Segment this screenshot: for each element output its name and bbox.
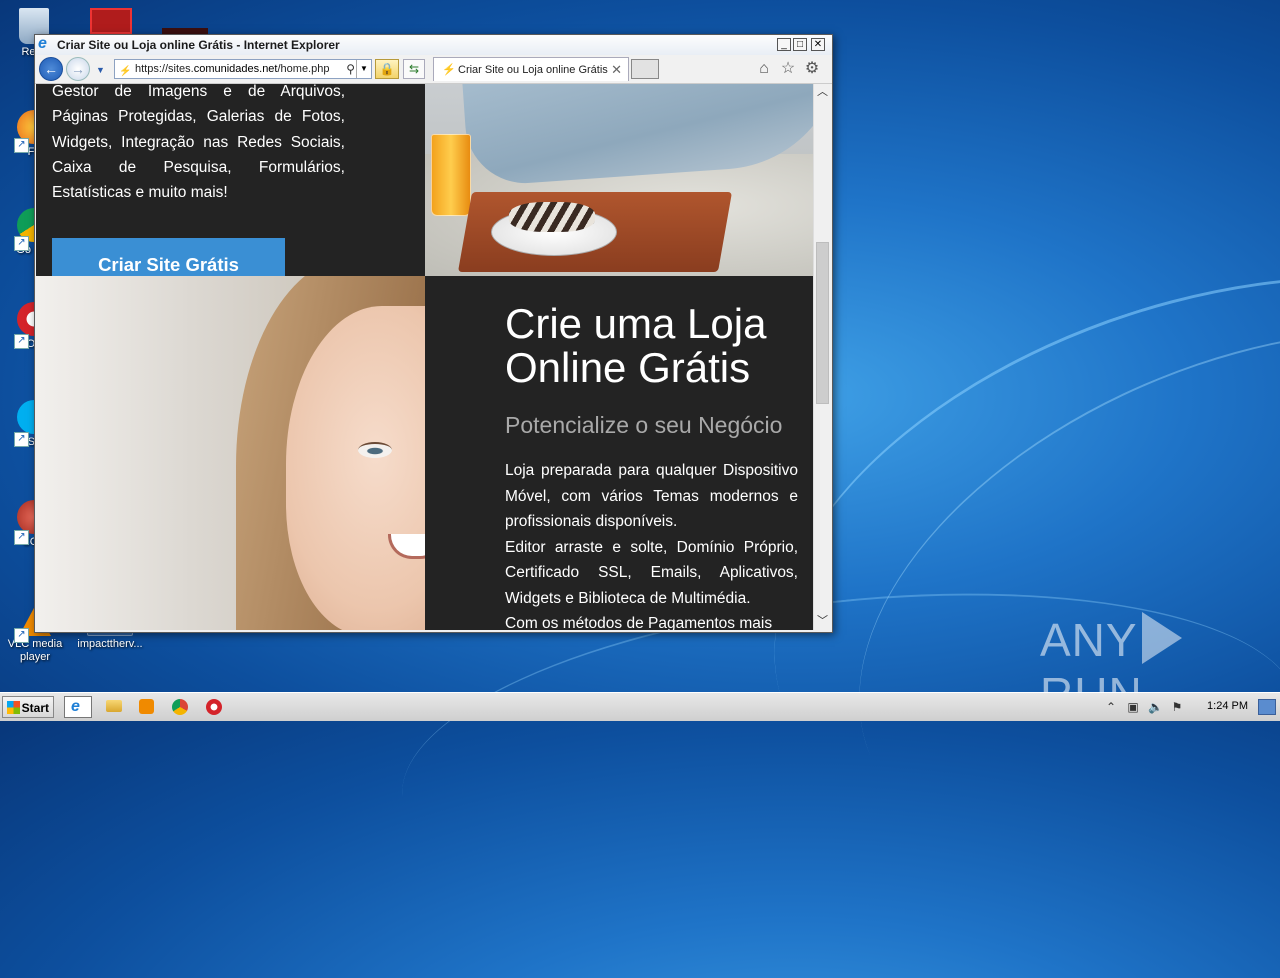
chrome-icon [172, 699, 188, 715]
gear-icon[interactable]: ⚙ [803, 61, 821, 77]
shortcut-arrow-icon: ↗ [14, 530, 29, 545]
shop-paragraph: Com os métodos de Pagamentos mais [505, 615, 773, 630]
favorites-star-icon[interactable]: ☆ [779, 61, 797, 77]
address-url: https://sites.comunidades.net/home.php [135, 63, 330, 75]
address-bar[interactable]: ⚡ https://sites.comunidades.net/home.php… [114, 59, 372, 79]
desktop-icon-label: VLC media player [7, 638, 63, 663]
vertical-scrollbar[interactable]: ︿ ﹀ [813, 84, 831, 630]
title-bar[interactable]: e Criar Site ou Loja online Grátis - Int… [35, 35, 832, 55]
address-dropdown-icon[interactable]: ▼ [356, 60, 371, 78]
taskbar-chrome[interactable] [166, 696, 194, 718]
tab-close-icon[interactable]: ✕ [611, 58, 622, 82]
desktop-icon-label: impacttherv... [77, 638, 143, 650]
shop-subtitle: Potencialize o seu Negócio [505, 412, 783, 438]
taskbar-opera[interactable] [200, 696, 228, 718]
taskbar: Start e ⌃ ▣ 🔈 ⚑ 1:24 PM [0, 692, 1280, 721]
navigation-bar: ← → ▼ ⚡ https://sites.comunidades.net/ho… [35, 55, 832, 84]
volume-icon[interactable]: 🔈 [1148, 700, 1163, 714]
taskbar-internet-explorer[interactable]: e [64, 696, 92, 718]
tab-label: Criar Site ou Loja online Grátis [458, 64, 608, 76]
scroll-up-icon[interactable]: ︿ [814, 84, 831, 101]
network-icon[interactable]: ▣ [1126, 700, 1140, 714]
new-tab-button[interactable] [631, 59, 659, 79]
clock[interactable]: 1:24 PM [1207, 700, 1248, 712]
play-icon [1141, 612, 1182, 664]
history-dropdown-icon[interactable]: ▼ [96, 65, 105, 75]
forward-button[interactable]: → [66, 57, 90, 81]
show-hidden-icons-icon[interactable]: ⌃ [1104, 700, 1118, 714]
media-player-icon [139, 699, 154, 714]
windows-logo-icon [7, 701, 20, 714]
shortcut-arrow-icon: ↗ [14, 432, 29, 447]
site-favicon-icon: ⚡ [442, 64, 456, 76]
action-center-flag-icon[interactable]: ⚑ [1170, 700, 1184, 714]
taskbar-media-player[interactable] [133, 696, 161, 718]
internet-explorer-icon: e [38, 35, 47, 52]
tab-active[interactable]: ⚡ Criar Site ou Loja online Grátis ✕ [433, 57, 629, 81]
hero-photo-tray [425, 84, 813, 276]
shortcut-arrow-icon: ↗ [14, 236, 29, 251]
start-button[interactable]: Start [2, 696, 54, 718]
folder-icon [106, 700, 122, 712]
browser-window[interactable]: e Criar Site ou Loja online Grátis - Int… [34, 34, 833, 633]
shortcut-arrow-icon: ↗ [14, 138, 29, 153]
create-site-button[interactable]: Criar Site Grátis [52, 238, 285, 278]
features-text: Gestor de Imagens e de Arquivos, Páginas… [52, 84, 345, 202]
hero-photo-woman [36, 276, 425, 630]
internet-explorer-icon: e [71, 698, 80, 715]
taskbar-explorer[interactable] [100, 696, 128, 718]
shortcut-arrow-icon: ↗ [14, 334, 29, 349]
scrollbar-thumb[interactable] [816, 242, 829, 404]
lock-icon[interactable]: 🔒 [375, 59, 399, 79]
system-tray: ⌃ ▣ 🔈 ⚑ 1:24 PM [1102, 693, 1280, 721]
acrobat-icon[interactable] [90, 8, 132, 34]
search-icon[interactable]: ⚲ [346, 60, 355, 78]
home-icon[interactable]: ⌂ [755, 61, 773, 77]
start-label: Start [21, 701, 49, 715]
wallpaper-swoosh [779, 223, 1280, 978]
minimize-button[interactable]: _ [777, 38, 791, 51]
refresh-button[interactable]: ⇆ [403, 59, 425, 79]
shortcut-arrow-icon: ↗ [14, 628, 29, 643]
watermark-text: ANY [1040, 614, 1138, 666]
back-button[interactable]: ← [39, 57, 63, 81]
shop-description: Loja preparada para qualquer Dispositivo… [505, 458, 798, 630]
shop-paragraph: Loja preparada para qualquer Dispositivo… [505, 462, 798, 530]
page-viewport[interactable]: Gestor de Imagens e de Arquivos, Páginas… [36, 84, 813, 630]
scroll-down-icon[interactable]: ﹀ [814, 613, 831, 630]
window-title: Criar Site ou Loja online Grátis - Inter… [57, 38, 340, 52]
show-desktop-button[interactable] [1258, 699, 1276, 715]
close-button[interactable]: ✕ [811, 38, 825, 51]
maximize-button[interactable]: □ [793, 38, 807, 51]
shop-title: Crie uma Loja Online Grátis [505, 300, 767, 391]
shop-paragraph: Editor arraste e solte, Domínio Próprio,… [505, 538, 798, 607]
site-favicon-icon: ⚡ [119, 66, 132, 77]
opera-icon [206, 699, 222, 715]
